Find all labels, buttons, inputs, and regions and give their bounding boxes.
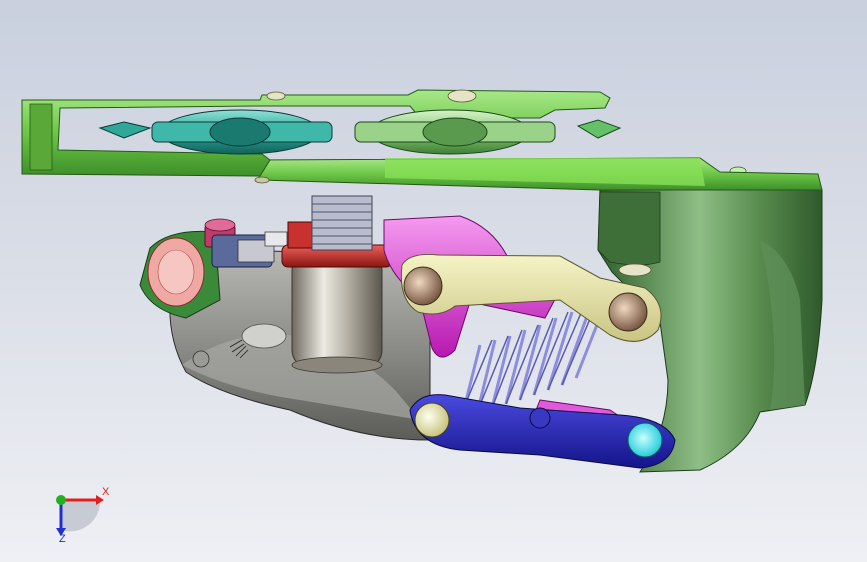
threaded-adjuster xyxy=(311,195,373,251)
derailleur-model[interactable] xyxy=(0,0,867,562)
triad-plane xyxy=(61,500,101,532)
pulley-left xyxy=(151,109,333,155)
y-axis-dot xyxy=(56,495,66,505)
cable-housing-stop xyxy=(281,195,393,374)
z-axis-label: Z xyxy=(59,533,66,545)
cage-inner-plate xyxy=(254,157,823,191)
cad-viewport[interactable]: X Z xyxy=(0,0,867,562)
coordinate-triad[interactable]: X Z xyxy=(44,478,114,548)
x-axis-label: X xyxy=(102,486,110,498)
